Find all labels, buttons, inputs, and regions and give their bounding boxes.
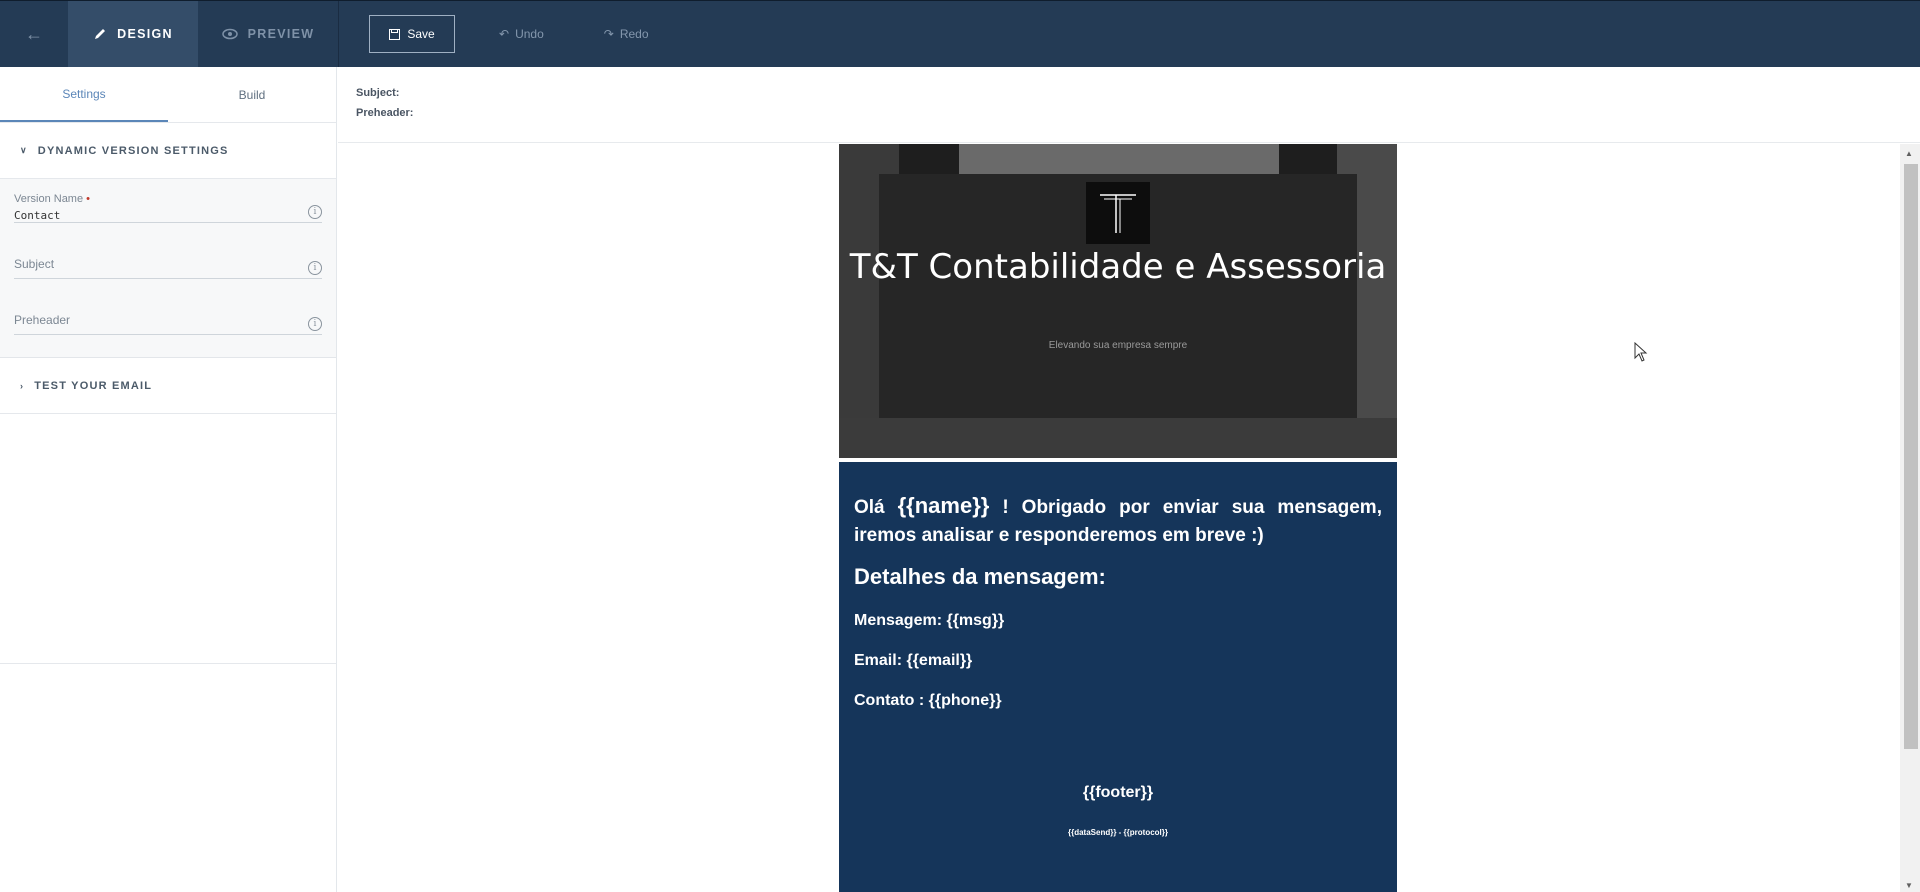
- mouse-cursor-icon: [1634, 342, 1648, 362]
- scroll-up-arrow-icon[interactable]: ▲: [1905, 149, 1913, 158]
- contact-line: Contato : {{phone}}: [854, 692, 1002, 709]
- pencil-icon: [95, 29, 106, 39]
- redo-icon: ↷: [603, 27, 614, 41]
- hero-subtitle: Elevando sua empresa sempre: [1048, 340, 1188, 351]
- hero-title: T&T Contabilidade e Assessoria: [849, 247, 1387, 287]
- top-toolbar: ← DESIGN PREVIEW Save ↶ Undo ↷ Redo: [0, 0, 1920, 67]
- back-button[interactable]: ←: [0, 1, 68, 67]
- dynamic-version-fields: Version Name • Contact i Subject i Prehea…: [0, 179, 336, 357]
- tab-preview[interactable]: PREVIEW: [198, 1, 338, 67]
- eye-icon: [221, 28, 238, 40]
- dynamic-version-title: DYNAMIC VERSION SETTINGS: [37, 144, 229, 157]
- scroll-thumb[interactable]: [1904, 164, 1918, 749]
- test-email-header[interactable]: › TEST YOUR EMAIL: [0, 358, 336, 414]
- dynamic-version-header[interactable]: ∨ DYNAMIC VERSION SETTINGS: [0, 123, 336, 179]
- hero-banner: T&T Contabilidade e Assessoria Elevando …: [839, 144, 1397, 458]
- subject-label: Subject: [14, 257, 55, 271]
- sidebar-tabs: Settings Build: [0, 67, 336, 123]
- settings-sidebar: Settings Build ∨ DYNAMIC VERSION SETTING…: [0, 67, 337, 892]
- meta-subject: Subject:: [356, 87, 400, 99]
- tab-preview-label: PREVIEW: [247, 27, 315, 41]
- subject-field[interactable]: Subject i: [14, 247, 322, 279]
- canvas-scrollbar[interactable]: ▲ ▼: [1900, 144, 1920, 892]
- undo-icon: ↶: [499, 27, 510, 41]
- dynamic-version-panel: ∨ DYNAMIC VERSION SETTINGS Version Name •…: [0, 123, 336, 358]
- footer-placeholder: {{footer}}: [1082, 784, 1154, 801]
- tab-build[interactable]: Build: [168, 67, 336, 122]
- meta-preheader: Preheader:: [356, 107, 414, 119]
- info-icon[interactable]: i: [308, 205, 322, 219]
- version-name-field[interactable]: Version Name • Contact i: [14, 191, 322, 223]
- message-line: Mensagem: {{msg}}: [854, 612, 1005, 629]
- floppy-disk-icon: [389, 28, 401, 40]
- info-icon[interactable]: i: [308, 261, 322, 275]
- redo-button[interactable]: ↷ Redo: [604, 1, 649, 67]
- chevron-down-icon: ∨: [20, 145, 28, 155]
- company-logo: [1086, 182, 1150, 244]
- test-email-title: TEST YOUR EMAIL: [34, 379, 153, 392]
- hero-sky: [959, 144, 1279, 174]
- save-label: Save: [407, 27, 435, 41]
- sidebar-empty-area: [0, 414, 336, 664]
- redo-label: Redo: [619, 27, 649, 41]
- version-name-value: Contact: [14, 209, 61, 222]
- email-content-block: Olá {{name}} ! Obrigado por enviar sua m…: [839, 462, 1397, 892]
- tab-design[interactable]: DESIGN: [68, 1, 198, 67]
- toolbar-divider: [338, 1, 339, 67]
- details-heading: Detalhes da mensagem:: [854, 564, 1106, 589]
- preheader-field[interactable]: Preheader i: [14, 303, 322, 335]
- undo-button[interactable]: ↶ Undo: [499, 1, 544, 67]
- hero-street: [839, 418, 1397, 458]
- tab-design-label: DESIGN: [117, 27, 173, 41]
- arrow-left-icon: ←: [25, 23, 43, 44]
- info-icon[interactable]: i: [308, 317, 322, 331]
- preheader-label: Preheader: [14, 313, 71, 327]
- undo-label: Undo: [515, 27, 544, 41]
- intro-text: Olá {{name}} ! Obrigado por enviar sua m…: [854, 493, 1382, 546]
- chevron-right-icon: ›: [20, 380, 25, 391]
- scroll-down-arrow-icon[interactable]: ▼: [1905, 881, 1913, 890]
- name-placeholder: {{name}}: [897, 493, 990, 518]
- email-meta: Subject: Preheader:: [338, 67, 1920, 143]
- email-line: Email: {{email}}: [854, 652, 973, 669]
- tab-settings[interactable]: Settings: [0, 67, 168, 122]
- save-button[interactable]: Save: [369, 15, 455, 53]
- tt-logo-icon: [1100, 194, 1136, 233]
- email-body: T&T Contabilidade e Assessoria Elevando …: [839, 144, 1397, 892]
- required-marker: •: [86, 193, 90, 205]
- date-protocol-placeholder: {{dataSend}} - {{protocol}}: [1067, 828, 1169, 837]
- version-name-label: Version Name •: [14, 193, 90, 205]
- email-preview-canvas[interactable]: T&T Contabilidade e Assessoria Elevando …: [338, 144, 1900, 892]
